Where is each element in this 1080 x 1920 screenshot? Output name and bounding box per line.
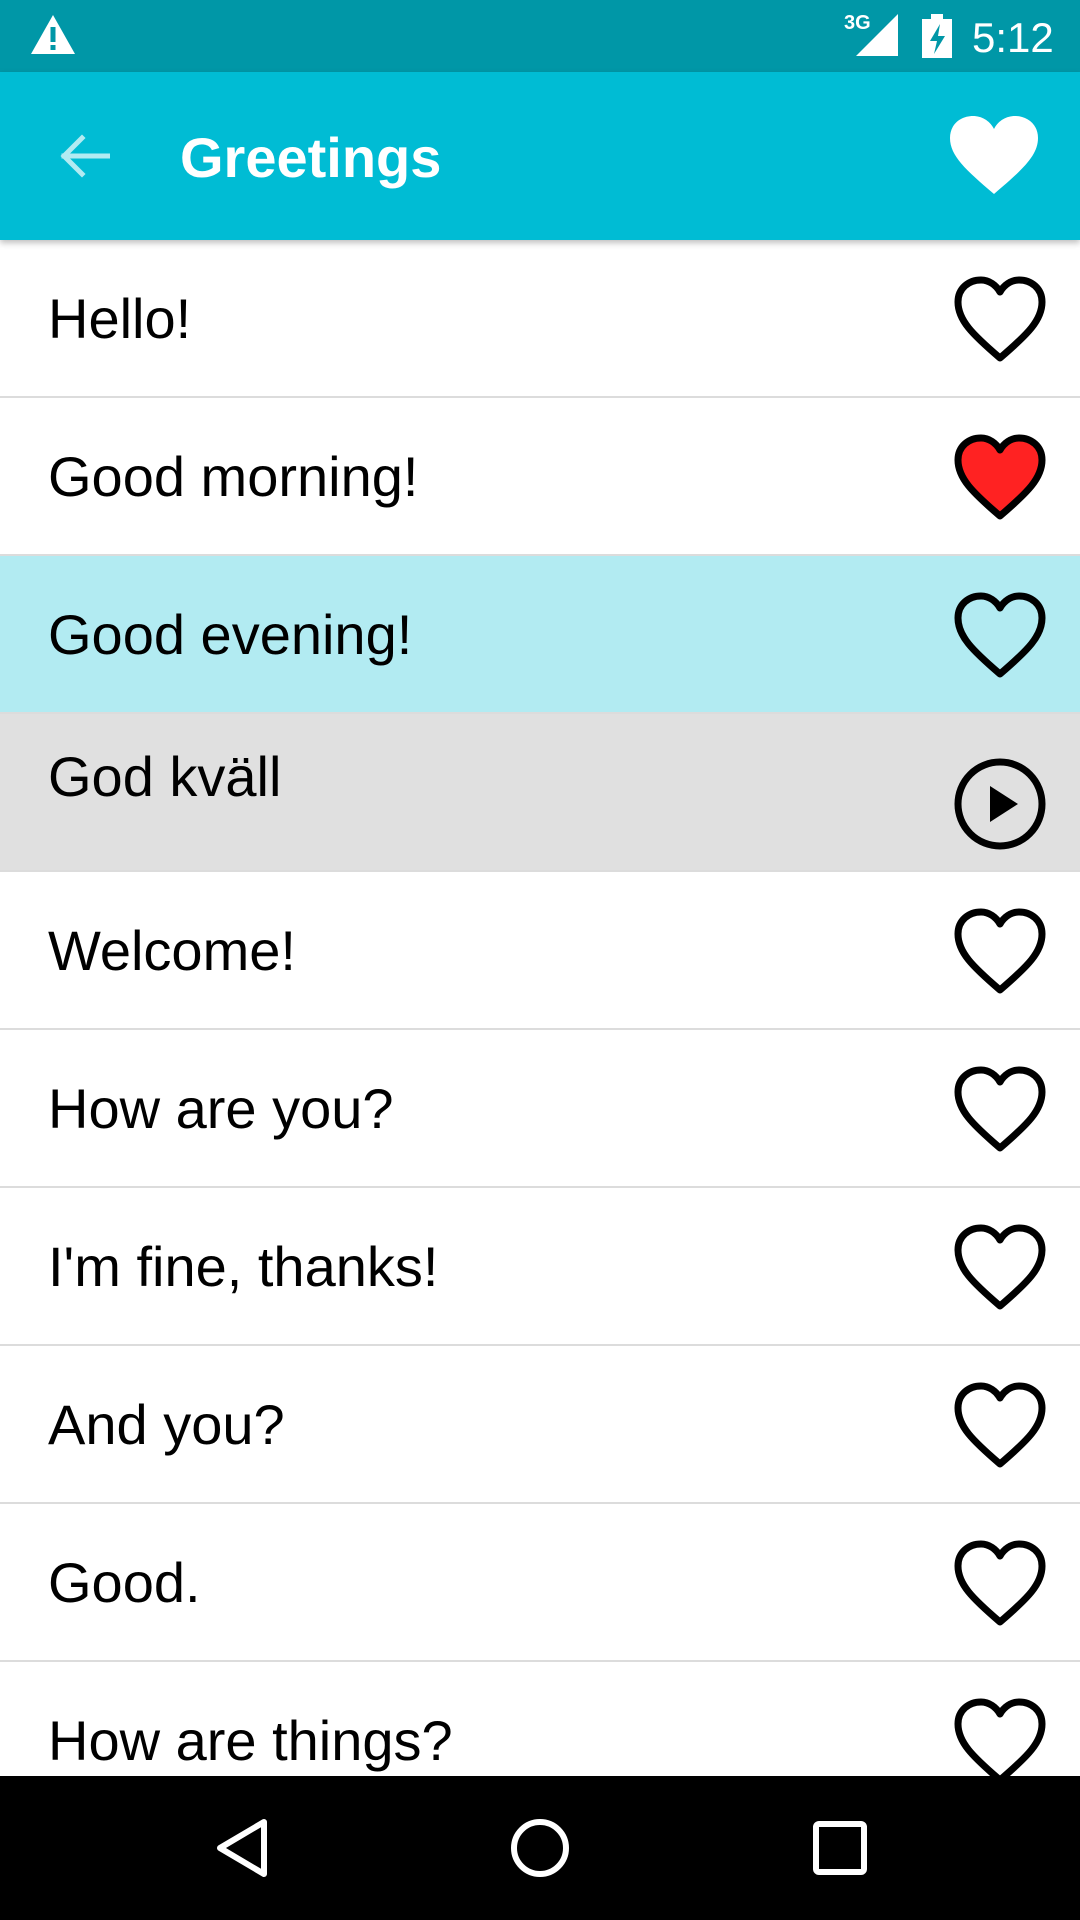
app-screen: 3G 5:12 Greetings Hello! Good morning! G…	[0, 0, 1080, 1920]
nav-back-icon[interactable]	[206, 1812, 278, 1884]
list-item-how-are-things[interactable]: How are things?	[0, 1662, 1080, 1776]
list-item-label: I'm fine, thanks!	[48, 1235, 439, 1298]
status-bar: 3G 5:12	[0, 0, 1080, 72]
list-item-good-morning[interactable]: Good morning!	[0, 398, 1080, 556]
heart-outline-icon[interactable]	[952, 588, 1048, 684]
list-item-label: Welcome!	[48, 919, 296, 982]
status-time: 5:12	[972, 14, 1054, 61]
heart-outline-icon[interactable]	[952, 1378, 1048, 1474]
back-button[interactable]	[52, 126, 116, 186]
favorites-button[interactable]	[946, 112, 1042, 200]
list-item-label: Good.	[48, 1551, 201, 1614]
list-item-label: How are you?	[48, 1077, 394, 1140]
translation-item-god-kvall[interactable]: God kväll	[0, 714, 1080, 872]
list-item-hello[interactable]: Hello!	[0, 240, 1080, 398]
heart-outline-icon[interactable]	[952, 1536, 1048, 1632]
page-title: Greetings	[180, 126, 442, 189]
list-item-label: And you?	[48, 1393, 285, 1456]
phrase-list: Hello! Good morning! Good evening! God k…	[0, 240, 1080, 1776]
list-item-welcome[interactable]: Welcome!	[0, 872, 1080, 1030]
list-item-how-are-you[interactable]: How are you?	[0, 1030, 1080, 1188]
list-item-label: Good morning!	[48, 445, 419, 508]
heart-filled-icon	[950, 116, 1038, 194]
app-bar: Greetings	[0, 72, 1080, 240]
list-item-good[interactable]: Good.	[0, 1504, 1080, 1662]
system-nav-bar	[0, 1776, 1080, 1920]
play-circle-icon[interactable]	[952, 756, 1048, 852]
heart-outline-icon[interactable]	[952, 1062, 1048, 1158]
list-item-and-you[interactable]: And you?	[0, 1346, 1080, 1504]
list-item-good-evening[interactable]: Good evening!	[0, 556, 1080, 714]
battery-charging-icon	[922, 14, 952, 58]
translation-label: God kväll	[48, 745, 282, 808]
nav-recents-icon[interactable]	[804, 1812, 876, 1884]
network-type-label: 3G	[844, 12, 871, 34]
list-item-im-fine-thanks[interactable]: I'm fine, thanks!	[0, 1188, 1080, 1346]
list-item-label: How are things?	[48, 1709, 453, 1772]
list-item-label: Good evening!	[48, 603, 413, 666]
list-item-label: Hello!	[48, 287, 192, 350]
warning-icon	[31, 15, 75, 54]
heart-filled-icon[interactable]	[952, 430, 1048, 526]
heart-outline-icon[interactable]	[952, 1220, 1048, 1316]
arrow-back-icon	[60, 134, 110, 178]
heart-outline-icon[interactable]	[952, 904, 1048, 1000]
heart-outline-icon[interactable]	[952, 272, 1048, 368]
heart-outline-icon[interactable]	[952, 1694, 1048, 1776]
nav-home-icon[interactable]	[504, 1812, 576, 1884]
